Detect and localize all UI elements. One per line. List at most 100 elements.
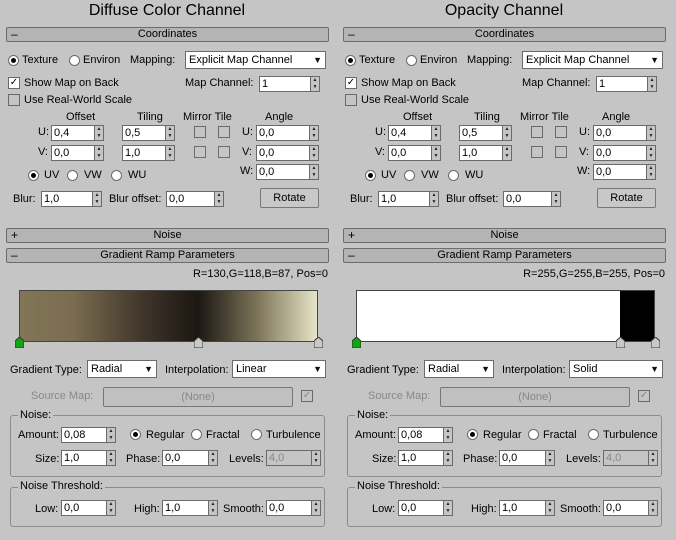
- smooth-field[interactable]: 0,0: [266, 500, 311, 516]
- blur-offset-spinner[interactable]: 0,0 ▲ ▼: [166, 191, 224, 207]
- collapse-icon[interactable]: –: [348, 28, 355, 40]
- v-angle-spinner[interactable]: 0,0 ▲ ▼: [256, 145, 319, 161]
- spinner-arrows-icon[interactable]: ▲ ▼: [94, 145, 104, 161]
- source-map-checkbox[interactable]: ✓: [301, 390, 313, 402]
- gradient-type-dropdown[interactable]: Radial ▼: [424, 360, 494, 378]
- u-tile-checkbox[interactable]: [555, 126, 567, 138]
- coordinates-rollout-header[interactable]: – Coordinates: [6, 27, 329, 42]
- v-offset-spinner[interactable]: 0,0 ▲ ▼: [388, 145, 441, 161]
- blur-offset-field[interactable]: 0,0: [503, 191, 551, 207]
- amount-field[interactable]: 0,08: [61, 427, 106, 443]
- source-map-button[interactable]: (None): [440, 387, 630, 407]
- amount-spinner[interactable]: 0,08 ▲ ▼: [61, 427, 116, 443]
- map-channel-spinner[interactable]: 1 ▲ ▼: [259, 76, 320, 92]
- u-mirror-checkbox[interactable]: [194, 126, 206, 138]
- v-offset-spinner[interactable]: 0,0 ▲ ▼: [51, 145, 104, 161]
- spinner-arrows-icon[interactable]: ▲ ▼: [165, 145, 175, 161]
- u-angle-spinner[interactable]: 0,0 ▲ ▼: [593, 125, 656, 141]
- levels-field[interactable]: 4,0: [603, 450, 648, 466]
- spinner-arrows-icon[interactable]: ▲ ▼: [443, 500, 453, 516]
- environ-radio[interactable]: [406, 55, 417, 66]
- spinner-arrows-icon[interactable]: ▲ ▼: [208, 450, 218, 466]
- uv-radio[interactable]: [28, 170, 39, 181]
- noise-rollout-header[interactable]: + Noise: [343, 228, 666, 243]
- spinner-arrows-icon[interactable]: ▲ ▼: [208, 500, 218, 516]
- v-mirror-checkbox[interactable]: [531, 146, 543, 158]
- amount-spinner[interactable]: 0,08 ▲ ▼: [398, 427, 453, 443]
- high-spinner[interactable]: 1,0 ▲ ▼: [162, 500, 218, 516]
- fractal-radio[interactable]: [528, 429, 539, 440]
- interpolation-dropdown[interactable]: Solid ▼: [569, 360, 663, 378]
- rotate-button[interactable]: Rotate: [597, 188, 656, 208]
- phase-spinner[interactable]: 0,0 ▲ ▼: [499, 450, 555, 466]
- low-spinner[interactable]: 0,0 ▲ ▼: [398, 500, 453, 516]
- regular-radio[interactable]: [467, 429, 478, 440]
- blur-field[interactable]: 1,0: [378, 191, 429, 207]
- gradient-flag-2[interactable]: [650, 337, 660, 348]
- w-angle-field[interactable]: 0,0: [256, 164, 309, 180]
- v-offset-field[interactable]: 0,0: [51, 145, 94, 161]
- smooth-spinner[interactable]: 0,0 ▲ ▼: [603, 500, 658, 516]
- low-field[interactable]: 0,0: [398, 500, 443, 516]
- blur-field[interactable]: 1,0: [41, 191, 92, 207]
- uv-radio[interactable]: [365, 170, 376, 181]
- spinner-arrows-icon[interactable]: ▲ ▼: [646, 164, 656, 180]
- u-angle-spinner[interactable]: 0,0 ▲ ▼: [256, 125, 319, 141]
- gradient-flag-0[interactable]: [351, 337, 361, 348]
- map-channel-field[interactable]: 1: [596, 76, 647, 92]
- real-world-scale-checkbox[interactable]: [345, 94, 357, 106]
- v-tiling-field[interactable]: 1,0: [122, 145, 165, 161]
- gradient-flag-1[interactable]: [616, 337, 626, 348]
- u-offset-field[interactable]: 0,4: [51, 125, 94, 141]
- amount-field[interactable]: 0,08: [398, 427, 443, 443]
- size-field[interactable]: 1,0: [398, 450, 443, 466]
- spinner-arrows-icon[interactable]: ▲ ▼: [165, 125, 175, 141]
- u-tiling-spinner[interactable]: 0,5 ▲ ▼: [122, 125, 175, 141]
- wu-radio[interactable]: [111, 170, 122, 181]
- v-mirror-checkbox[interactable]: [194, 146, 206, 158]
- spinner-arrows-icon[interactable]: ▲ ▼: [443, 427, 453, 443]
- show-map-on-back-checkbox[interactable]: ✓: [8, 77, 20, 89]
- w-angle-field[interactable]: 0,0: [593, 164, 646, 180]
- gradient-ramp-rollout-header[interactable]: – Gradient Ramp Parameters: [6, 248, 329, 263]
- v-tiling-spinner[interactable]: 1,0 ▲ ▼: [459, 145, 512, 161]
- v-offset-field[interactable]: 0,0: [388, 145, 431, 161]
- gradient-flag-1[interactable]: [193, 337, 203, 348]
- levels-field[interactable]: 4,0: [266, 450, 311, 466]
- high-field[interactable]: 1,0: [162, 500, 208, 516]
- map-channel-field[interactable]: 1: [259, 76, 310, 92]
- mapping-dropdown[interactable]: Explicit Map Channel ▼: [185, 51, 326, 69]
- spinner-arrows-icon[interactable]: ▲ ▼: [310, 76, 320, 92]
- gradient-flag-0[interactable]: [14, 337, 24, 348]
- spinner-arrows-icon[interactable]: ▲ ▼: [646, 145, 656, 161]
- phase-field[interactable]: 0,0: [162, 450, 208, 466]
- rotate-button[interactable]: Rotate: [260, 188, 319, 208]
- spinner-arrows-icon[interactable]: ▲ ▼: [214, 191, 224, 207]
- levels-spinner[interactable]: 4,0 ▲ ▼: [266, 450, 321, 466]
- spinner-arrows-icon[interactable]: ▲ ▼: [106, 500, 116, 516]
- size-spinner[interactable]: 1,0 ▲ ▼: [61, 450, 116, 466]
- environ-radio[interactable]: [69, 55, 80, 66]
- collapse-icon[interactable]: –: [348, 249, 355, 261]
- low-spinner[interactable]: 0,0 ▲ ▼: [61, 500, 116, 516]
- blur-spinner[interactable]: 1,0 ▲ ▼: [41, 191, 102, 207]
- u-tiling-spinner[interactable]: 0,5 ▲ ▼: [459, 125, 512, 141]
- spinner-arrows-icon[interactable]: ▲ ▼: [94, 125, 104, 141]
- blur-offset-field[interactable]: 0,0: [166, 191, 214, 207]
- spinner-arrows-icon[interactable]: ▲ ▼: [648, 450, 658, 466]
- vw-radio[interactable]: [67, 170, 78, 181]
- u-mirror-checkbox[interactable]: [531, 126, 543, 138]
- collapse-icon[interactable]: –: [11, 28, 18, 40]
- spinner-arrows-icon[interactable]: ▲ ▼: [648, 500, 658, 516]
- spinner-arrows-icon[interactable]: ▲ ▼: [431, 125, 441, 141]
- texture-radio[interactable]: [345, 55, 356, 66]
- spinner-arrows-icon[interactable]: ▲ ▼: [545, 500, 555, 516]
- spinner-arrows-icon[interactable]: ▲ ▼: [309, 145, 319, 161]
- smooth-field[interactable]: 0,0: [603, 500, 648, 516]
- u-tile-checkbox[interactable]: [218, 126, 230, 138]
- gradient-flag-2[interactable]: [313, 337, 323, 348]
- spinner-arrows-icon[interactable]: ▲ ▼: [545, 450, 555, 466]
- texture-radio[interactable]: [8, 55, 19, 66]
- spinner-arrows-icon[interactable]: ▲ ▼: [106, 427, 116, 443]
- high-spinner[interactable]: 1,0 ▲ ▼: [499, 500, 555, 516]
